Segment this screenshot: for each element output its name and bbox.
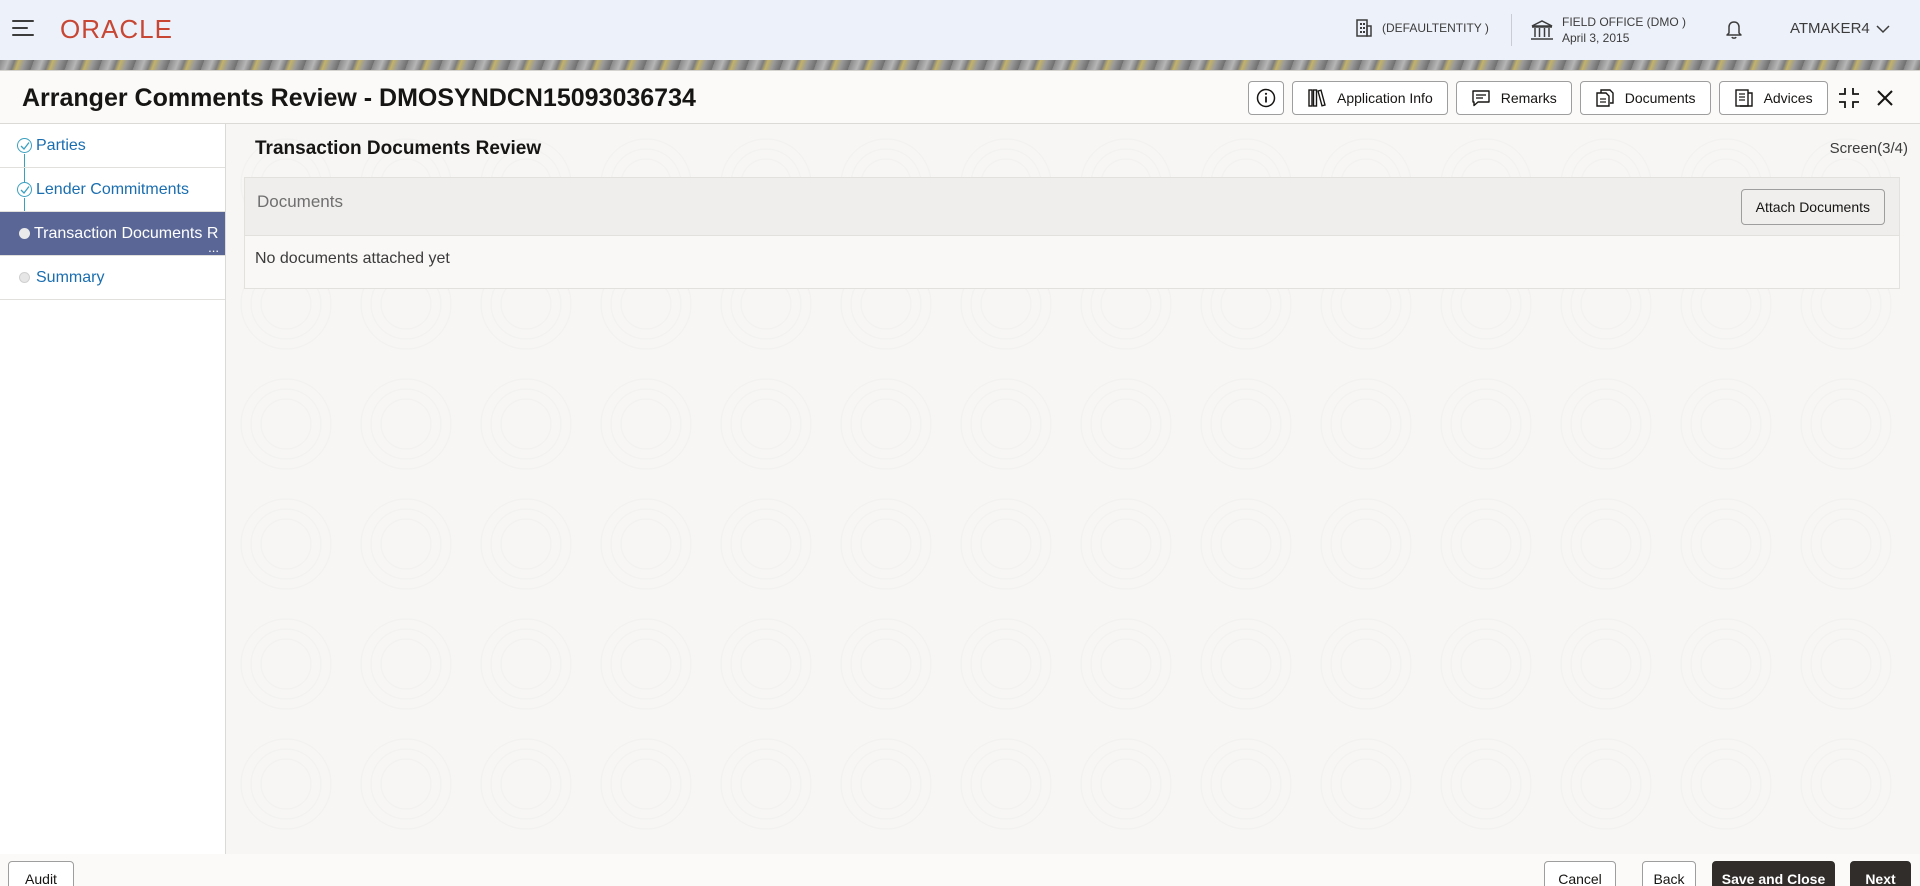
application-info-label: Application Info xyxy=(1337,90,1433,106)
step-label: Parties xyxy=(36,136,86,154)
main-content: Transaction Documents Review Screen(3/4)… xyxy=(226,124,1920,854)
decorative-strip xyxy=(0,60,1920,70)
user-menu[interactable]: ATMAKER4 xyxy=(1790,20,1890,37)
info-button[interactable] xyxy=(1248,81,1284,115)
bell-icon[interactable] xyxy=(1723,18,1745,40)
empty-documents-message: No documents attached yet xyxy=(255,250,450,267)
close-icon[interactable] xyxy=(1872,85,1898,111)
advice-icon xyxy=(1734,89,1753,107)
remarks-button[interactable]: Remarks xyxy=(1455,81,1572,115)
application-info-button[interactable]: Application Info xyxy=(1292,81,1448,115)
step-label: Lender Commitments xyxy=(36,180,189,198)
step-label: Summary xyxy=(36,268,105,286)
documents-label: Documents xyxy=(1624,90,1696,106)
oracle-logo: ORACLE xyxy=(60,14,173,44)
user-name: ATMAKER4 xyxy=(1790,20,1870,37)
save-and-close-button[interactable]: Save and Close xyxy=(1712,861,1835,886)
step-navigation: Parties Lender Commitments Transaction D… xyxy=(0,124,226,854)
advices-button[interactable]: Advices xyxy=(1718,81,1828,115)
back-button[interactable]: Back xyxy=(1642,861,1696,886)
chevron-down-icon xyxy=(1876,24,1890,33)
office-date: April 3, 2015 xyxy=(1562,31,1630,45)
documents-panel: Documents Attach Documents No documents … xyxy=(244,177,1900,289)
document-icon xyxy=(1596,89,1614,107)
entity-selector[interactable]: (DEFAULTENTITY ) xyxy=(1354,18,1489,38)
menu-icon[interactable] xyxy=(12,20,34,38)
office-name: FIELD OFFICE (DMO ) xyxy=(1562,15,1686,29)
documents-button[interactable]: Documents xyxy=(1579,81,1711,115)
overflow-ellipsis: ... xyxy=(208,240,219,255)
review-window: Arranger Comments Review - DMOSYNDCN1509… xyxy=(0,70,1920,886)
fullscreen-icon[interactable] xyxy=(1836,85,1862,111)
info-icon xyxy=(1256,88,1276,108)
audit-button[interactable]: Audit xyxy=(8,861,74,886)
top-header: ORACLE (DEFAULTENTITY ) FIELD OFFICE (DM… xyxy=(0,0,1920,60)
window-title: Arranger Comments Review - DMOSYNDCN1509… xyxy=(22,84,696,112)
section-title: Transaction Documents Review xyxy=(255,138,542,159)
window-actions: Application Info Remarks Documents Advic… xyxy=(1248,81,1828,115)
screen-counter: Screen(3/4) xyxy=(1829,140,1908,157)
cancel-button[interactable]: Cancel xyxy=(1544,861,1616,886)
current-step-dot-icon xyxy=(19,228,30,239)
header-divider xyxy=(1511,14,1512,46)
step-parties[interactable]: Parties xyxy=(0,124,225,168)
bank-icon xyxy=(1531,20,1553,40)
attach-documents-button[interactable]: Attach Documents xyxy=(1740,189,1885,225)
documents-heading: Documents xyxy=(257,192,343,211)
step-label: Transaction Documents R xyxy=(34,224,219,242)
pending-step-dot-icon xyxy=(19,272,30,283)
step-lender-commitments[interactable]: Lender Commitments xyxy=(0,168,225,212)
check-icon xyxy=(17,138,32,153)
comment-icon xyxy=(1472,90,1490,107)
step-transaction-documents-review[interactable]: Transaction Documents R ... xyxy=(0,212,225,256)
documents-panel-header: Documents Attach Documents xyxy=(245,178,1899,236)
step-summary[interactable]: Summary xyxy=(0,256,225,300)
footer-bar: Audit Cancel Back Save and Close Next xyxy=(0,854,1920,886)
remarks-label: Remarks xyxy=(1500,90,1557,106)
check-icon xyxy=(17,182,32,197)
advices-label: Advices xyxy=(1763,90,1813,106)
library-icon xyxy=(1308,89,1326,107)
entity-label: (DEFAULTENTITY ) xyxy=(1382,21,1489,35)
office-selector[interactable]: FIELD OFFICE (DMO ) April 3, 2015 xyxy=(1530,14,1686,46)
next-button[interactable]: Next xyxy=(1850,861,1911,886)
building-icon xyxy=(1356,19,1372,37)
